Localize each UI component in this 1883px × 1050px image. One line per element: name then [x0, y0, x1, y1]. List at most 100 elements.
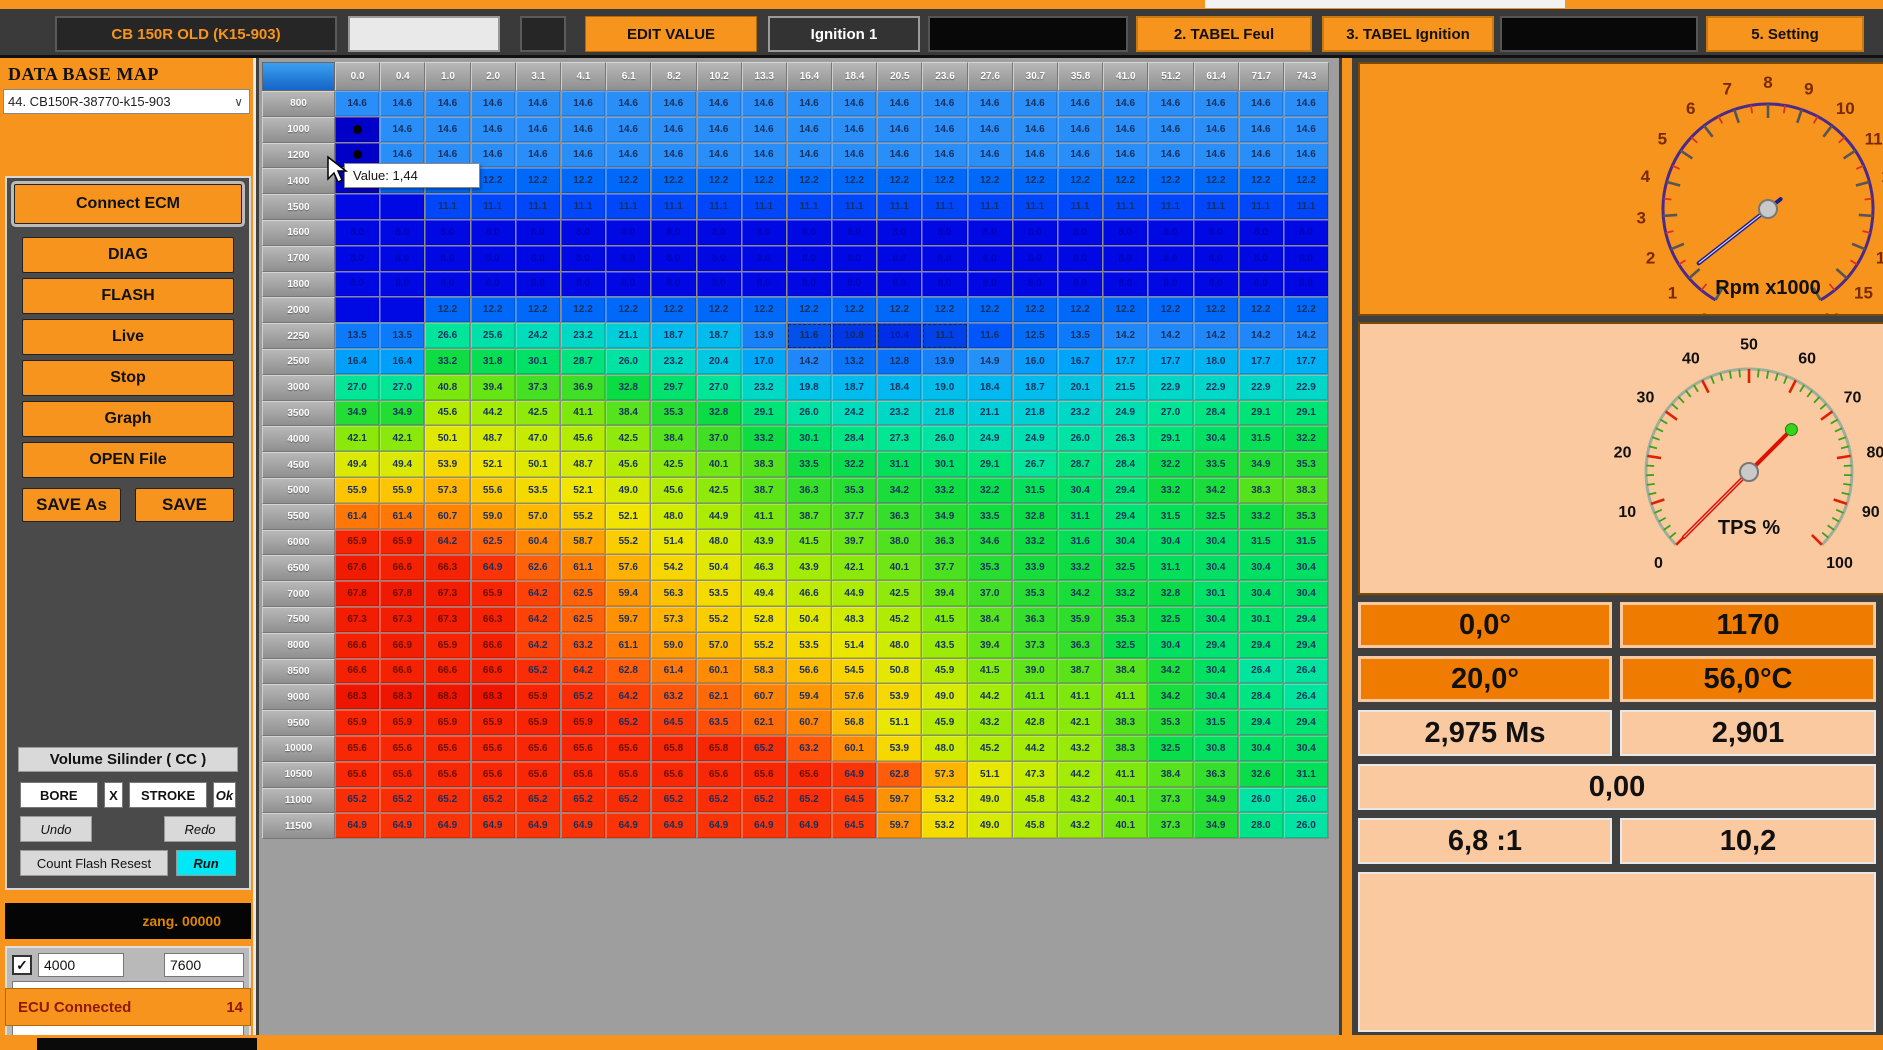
- map-cell[interactable]: 8.0: [651, 246, 696, 272]
- map-cell[interactable]: 67.8: [380, 581, 425, 607]
- map-cell[interactable]: 27.0: [380, 375, 425, 401]
- sidebar-button-open-file[interactable]: OPEN File: [22, 442, 234, 478]
- map-cell[interactable]: 37.0: [697, 426, 742, 452]
- map-cell[interactable]: 11.1: [606, 194, 651, 220]
- map-cell[interactable]: 57.0: [516, 504, 561, 530]
- sidebar-button-diag[interactable]: DIAG: [22, 237, 234, 273]
- map-cell[interactable]: 8.0: [877, 246, 922, 272]
- map-cell[interactable]: 68.3: [380, 684, 425, 710]
- map-cell[interactable]: 35.3: [1148, 710, 1193, 736]
- rpm-high-input[interactable]: 7600: [164, 953, 244, 977]
- map-cell[interactable]: 24.9: [1013, 426, 1058, 452]
- map-cell[interactable]: 64.9: [425, 813, 470, 839]
- map-cell[interactable]: 34.2: [1058, 581, 1103, 607]
- map-cell[interactable]: 14.6: [742, 117, 787, 143]
- row-header[interactable]: 10500: [262, 762, 335, 788]
- map-cell[interactable]: 8.0: [1284, 272, 1329, 298]
- map-cell[interactable]: 27.0: [697, 375, 742, 401]
- map-cell[interactable]: 62.1: [742, 710, 787, 736]
- map-cell[interactable]: 64.5: [651, 710, 696, 736]
- map-cell[interactable]: 65.6: [697, 762, 742, 788]
- map-cell[interactable]: 35.3: [1284, 504, 1329, 530]
- bore-field[interactable]: BORE: [20, 782, 98, 808]
- map-cell[interactable]: 14.6: [471, 117, 516, 143]
- map-cell[interactable]: 28.7: [1058, 452, 1103, 478]
- map-cell[interactable]: 38.0: [877, 530, 922, 556]
- map-cell[interactable]: 29.7: [651, 375, 696, 401]
- map-cell[interactable]: 64.2: [561, 659, 606, 685]
- map-cell[interactable]: 29.4: [1103, 478, 1148, 504]
- map-cell[interactable]: 53.2: [922, 813, 967, 839]
- grid-corner-cell[interactable]: [262, 62, 335, 91]
- row-header[interactable]: 7500: [262, 607, 335, 633]
- map-cell[interactable]: 49.4: [335, 452, 380, 478]
- map-cell[interactable]: 55.2: [697, 607, 742, 633]
- sidebar-button-flash[interactable]: FLASH: [22, 278, 234, 314]
- map-cell[interactable]: 59.0: [471, 504, 516, 530]
- map-cell[interactable]: 30.4: [1148, 633, 1193, 659]
- map-cell[interactable]: 61.4: [335, 504, 380, 530]
- map-cell[interactable]: 26.0: [922, 426, 967, 452]
- map-cell[interactable]: 38.3: [1103, 710, 1148, 736]
- map-cell[interactable]: 12.2: [697, 297, 742, 323]
- map-cell[interactable]: 14.6: [380, 117, 425, 143]
- map-cell[interactable]: 65.2: [561, 788, 606, 814]
- map-cell[interactable]: 34.2: [1148, 659, 1193, 685]
- map-cell[interactable]: 65.9: [380, 530, 425, 556]
- map-cell[interactable]: 30.4: [1194, 530, 1239, 556]
- map-cell[interactable]: 47.0: [516, 426, 561, 452]
- col-header[interactable]: 2.0: [471, 62, 516, 91]
- map-cell[interactable]: 14.6: [1013, 91, 1058, 117]
- map-cell[interactable]: 8.0: [1284, 220, 1329, 246]
- map-cell[interactable]: 12.2: [1013, 297, 1058, 323]
- map-cell[interactable]: 32.5: [1103, 555, 1148, 581]
- map-cell[interactable]: 43.2: [1058, 736, 1103, 762]
- map-cell[interactable]: 43.2: [968, 710, 1013, 736]
- map-cell[interactable]: 26.0: [1239, 788, 1284, 814]
- map-cell[interactable]: 53.2: [922, 788, 967, 814]
- map-cell[interactable]: 31.1: [1148, 555, 1193, 581]
- map-cell[interactable]: 12.8: [877, 349, 922, 375]
- map-cell[interactable]: 45.6: [561, 426, 606, 452]
- map-cell[interactable]: 32.2: [968, 478, 1013, 504]
- range-checkbox[interactable]: ✓: [12, 955, 32, 975]
- row-header[interactable]: 7000: [262, 581, 335, 607]
- map-cell[interactable]: 60.1: [832, 736, 877, 762]
- map-cell[interactable]: 14.6: [1239, 143, 1284, 169]
- map-cell[interactable]: 14.6: [922, 143, 967, 169]
- map-cell[interactable]: 65.2: [787, 788, 832, 814]
- map-cell[interactable]: 38.4: [606, 401, 651, 427]
- map-cell[interactable]: 29.4: [1239, 710, 1284, 736]
- map-cell[interactable]: 64.9: [606, 813, 651, 839]
- map-cell[interactable]: 41.5: [968, 659, 1013, 685]
- map-cell[interactable]: 8.0: [968, 272, 1013, 298]
- map-cell[interactable]: 14.6: [787, 143, 832, 169]
- map-cell[interactable]: 8.0: [1103, 220, 1148, 246]
- map-cell[interactable]: 11.1: [1194, 194, 1239, 220]
- map-cell[interactable]: 41.1: [1103, 762, 1148, 788]
- map-cell[interactable]: 57.3: [651, 607, 696, 633]
- map-cell[interactable]: 49.0: [968, 813, 1013, 839]
- map-cell[interactable]: 32.8: [1148, 581, 1193, 607]
- map-cell[interactable]: 51.4: [832, 633, 877, 659]
- map-cell[interactable]: 42.5: [516, 401, 561, 427]
- map-cell[interactable]: 42.1: [335, 426, 380, 452]
- map-cell[interactable]: 14.6: [1058, 143, 1103, 169]
- map-cell[interactable]: 65.6: [471, 762, 516, 788]
- map-cell[interactable]: 65.2: [606, 788, 651, 814]
- map-cell[interactable]: 33.2: [1058, 555, 1103, 581]
- map-cell[interactable]: 41.1: [561, 401, 606, 427]
- map-cell[interactable]: 32.5: [1148, 736, 1193, 762]
- map-cell[interactable]: 31.1: [1284, 762, 1329, 788]
- map-cell[interactable]: 65.6: [606, 736, 651, 762]
- map-cell[interactable]: 65.2: [516, 788, 561, 814]
- map-cell[interactable]: 14.6: [1148, 91, 1193, 117]
- map-cell[interactable]: 65.9: [335, 530, 380, 556]
- map-cell[interactable]: 34.2: [1194, 478, 1239, 504]
- map-cell[interactable]: 11.6: [968, 323, 1013, 349]
- col-header[interactable]: 41.0: [1103, 62, 1148, 91]
- map-cell[interactable]: 21.5: [1103, 375, 1148, 401]
- map-cell[interactable]: 12.2: [1148, 168, 1193, 194]
- map-cell[interactable]: 8.0: [877, 272, 922, 298]
- map-cell[interactable]: 34.9: [335, 401, 380, 427]
